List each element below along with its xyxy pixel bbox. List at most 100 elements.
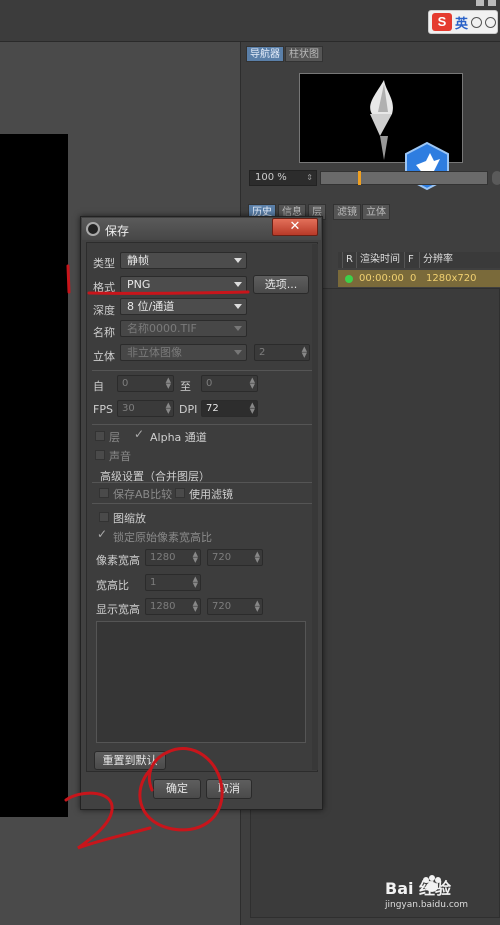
f-cell: 0 bbox=[410, 273, 417, 284]
display-height-field[interactable]: 720 ▲ ▼ bbox=[207, 598, 263, 615]
ime-moon-icon[interactable] bbox=[471, 16, 483, 28]
save-ab-label: 保存AB比较 bbox=[113, 488, 173, 501]
zoom-slider[interactable] bbox=[320, 171, 488, 185]
ratio-label: 宽高比 bbox=[96, 579, 129, 592]
ime-language-label[interactable]: 英 bbox=[455, 13, 468, 32]
divider bbox=[92, 503, 312, 504]
pixel-height-field[interactable]: 720 ▲ ▼ bbox=[207, 549, 263, 566]
chevron-down-icon bbox=[234, 326, 242, 331]
pixel-width-value: 1280 bbox=[150, 552, 176, 563]
stereo-count-value: 2 bbox=[259, 347, 266, 358]
ime-toolbar[interactable]: S 英 bbox=[428, 10, 498, 34]
spinner-icon[interactable]: ▲ ▼ bbox=[255, 551, 260, 564]
scale-checkbox[interactable] bbox=[99, 512, 109, 522]
spinner-icon[interactable]: ⇕ bbox=[306, 171, 313, 185]
lock-ratio-label: 锁定原始像素宽高比 bbox=[113, 531, 212, 544]
chevron-down-icon bbox=[234, 258, 242, 263]
depth-label: 深度 bbox=[93, 304, 115, 317]
status-dot-icon bbox=[345, 275, 353, 283]
name-label: 名称 bbox=[93, 326, 115, 339]
divider bbox=[92, 424, 312, 425]
render-viewport bbox=[0, 134, 68, 817]
spinner-icon[interactable]: ▲ ▼ bbox=[250, 402, 255, 415]
col-r[interactable]: R bbox=[342, 252, 353, 268]
lock-ratio-check-icon[interactable]: ✓ bbox=[97, 527, 107, 541]
dpi-value: 72 bbox=[206, 403, 219, 414]
window-controls-icon[interactable] bbox=[474, 0, 500, 8]
to-field[interactable]: 0 ▲ ▼ bbox=[201, 375, 258, 392]
fps-label: FPS bbox=[93, 403, 113, 416]
format-label: 格式 bbox=[93, 281, 115, 294]
spinner-icon[interactable]: ▲ ▼ bbox=[193, 600, 198, 613]
close-button[interactable]: ✕ bbox=[272, 218, 318, 236]
pixel-height-value: 720 bbox=[212, 552, 232, 563]
zoom-slider-handle[interactable] bbox=[358, 171, 361, 185]
ratio-field[interactable]: 1 ▲ ▼ bbox=[145, 574, 201, 591]
to-value: 0 bbox=[206, 378, 213, 389]
dpi-field[interactable]: 72 ▲ ▼ bbox=[201, 400, 258, 417]
col-f[interactable]: F bbox=[404, 252, 414, 268]
layer-label: 层 bbox=[109, 431, 120, 444]
spinner-icon[interactable]: ▲ ▼ bbox=[193, 551, 198, 564]
alpha-label: Alpha 通道 bbox=[150, 431, 207, 444]
reset-default-button[interactable]: 重置到默认 bbox=[94, 751, 166, 770]
stereo-label: 立体 bbox=[93, 350, 115, 363]
watermark-url: jingyan.baidu.com bbox=[385, 900, 469, 910]
col-resolution[interactable]: 分辨率 bbox=[419, 252, 453, 268]
spinner-icon[interactable]: ▲ ▼ bbox=[255, 600, 260, 613]
scale-label: 图缩放 bbox=[113, 512, 146, 525]
depth-value: 8 位/通道 bbox=[127, 300, 175, 313]
zoom-field[interactable]: 100 % ⇕ bbox=[249, 170, 317, 186]
col-render-time[interactable]: 渲染时间 bbox=[356, 252, 400, 268]
spinner-icon[interactable]: ▲ ▼ bbox=[250, 377, 255, 390]
dialog-title: 保存 bbox=[105, 224, 130, 238]
spinner-icon[interactable]: ▲ ▼ bbox=[302, 346, 307, 359]
format-value: PNG bbox=[127, 278, 151, 291]
from-field[interactable]: 0 ▲ ▼ bbox=[117, 375, 174, 392]
divider bbox=[92, 482, 312, 483]
fps-field[interactable]: 30 ▲ ▼ bbox=[117, 400, 174, 417]
resolution-cell: 1280x720 bbox=[426, 273, 477, 284]
stereo-dropdown[interactable]: 非立体图像 bbox=[120, 344, 247, 361]
ime-mic-icon[interactable] bbox=[485, 16, 497, 28]
tab-stereo[interactable]: 立体 bbox=[362, 204, 390, 220]
ratio-value: 1 bbox=[150, 577, 157, 588]
display-size-label: 显示宽高 bbox=[96, 603, 140, 616]
ok-button[interactable]: 确定 bbox=[153, 779, 201, 799]
tab-histogram[interactable]: 柱状图 bbox=[285, 46, 323, 62]
to-label: 至 bbox=[180, 380, 191, 393]
display-height-value: 720 bbox=[212, 601, 232, 612]
spinner-icon[interactable]: ▲ ▼ bbox=[166, 402, 171, 415]
sound-checkbox[interactable] bbox=[95, 450, 105, 460]
alpha-check-icon[interactable]: ✓ bbox=[134, 427, 144, 441]
options-button[interactable]: 选项... bbox=[253, 275, 309, 294]
filter-checkbox[interactable] bbox=[175, 488, 185, 498]
spinner-icon[interactable]: ▲ ▼ bbox=[193, 576, 198, 589]
chevron-down-icon bbox=[234, 304, 242, 309]
preview-area bbox=[96, 621, 306, 743]
tab-navigator[interactable]: 导航器 bbox=[246, 46, 284, 62]
history-row[interactable]: 00:00:00 0 1280x720 bbox=[338, 270, 500, 287]
sogou-logo-icon: S bbox=[432, 13, 452, 31]
filter-label: 使用滤镜 bbox=[189, 488, 233, 501]
type-dropdown[interactable]: 静帧 bbox=[120, 252, 247, 269]
from-label: 自 bbox=[93, 380, 104, 393]
cancel-button[interactable]: 取消 bbox=[206, 779, 252, 799]
layer-checkbox[interactable] bbox=[95, 431, 105, 441]
type-label: 类型 bbox=[93, 257, 115, 270]
fps-value: 30 bbox=[122, 403, 135, 414]
dialog-scrollbar[interactable] bbox=[312, 244, 318, 770]
sound-label: 声音 bbox=[109, 450, 131, 463]
display-width-field[interactable]: 1280 ▲ ▼ bbox=[145, 598, 201, 615]
stereo-count-field[interactable]: 2 ▲ ▼ bbox=[254, 344, 310, 361]
display-width-value: 1280 bbox=[150, 601, 176, 612]
pixel-width-field[interactable]: 1280 ▲ ▼ bbox=[145, 549, 201, 566]
name-field[interactable]: 名称0000.TIF bbox=[120, 320, 247, 337]
watermark-text: Bai 经验 bbox=[385, 879, 452, 898]
zoom-reset-button[interactable] bbox=[492, 171, 500, 185]
spinner-icon[interactable]: ▲ ▼ bbox=[166, 377, 171, 390]
depth-dropdown[interactable]: 8 位/通道 bbox=[120, 298, 247, 315]
save-ab-checkbox[interactable] bbox=[99, 488, 109, 498]
tab-filter[interactable]: 滤镜 bbox=[333, 204, 361, 220]
format-dropdown[interactable]: PNG bbox=[120, 276, 247, 293]
